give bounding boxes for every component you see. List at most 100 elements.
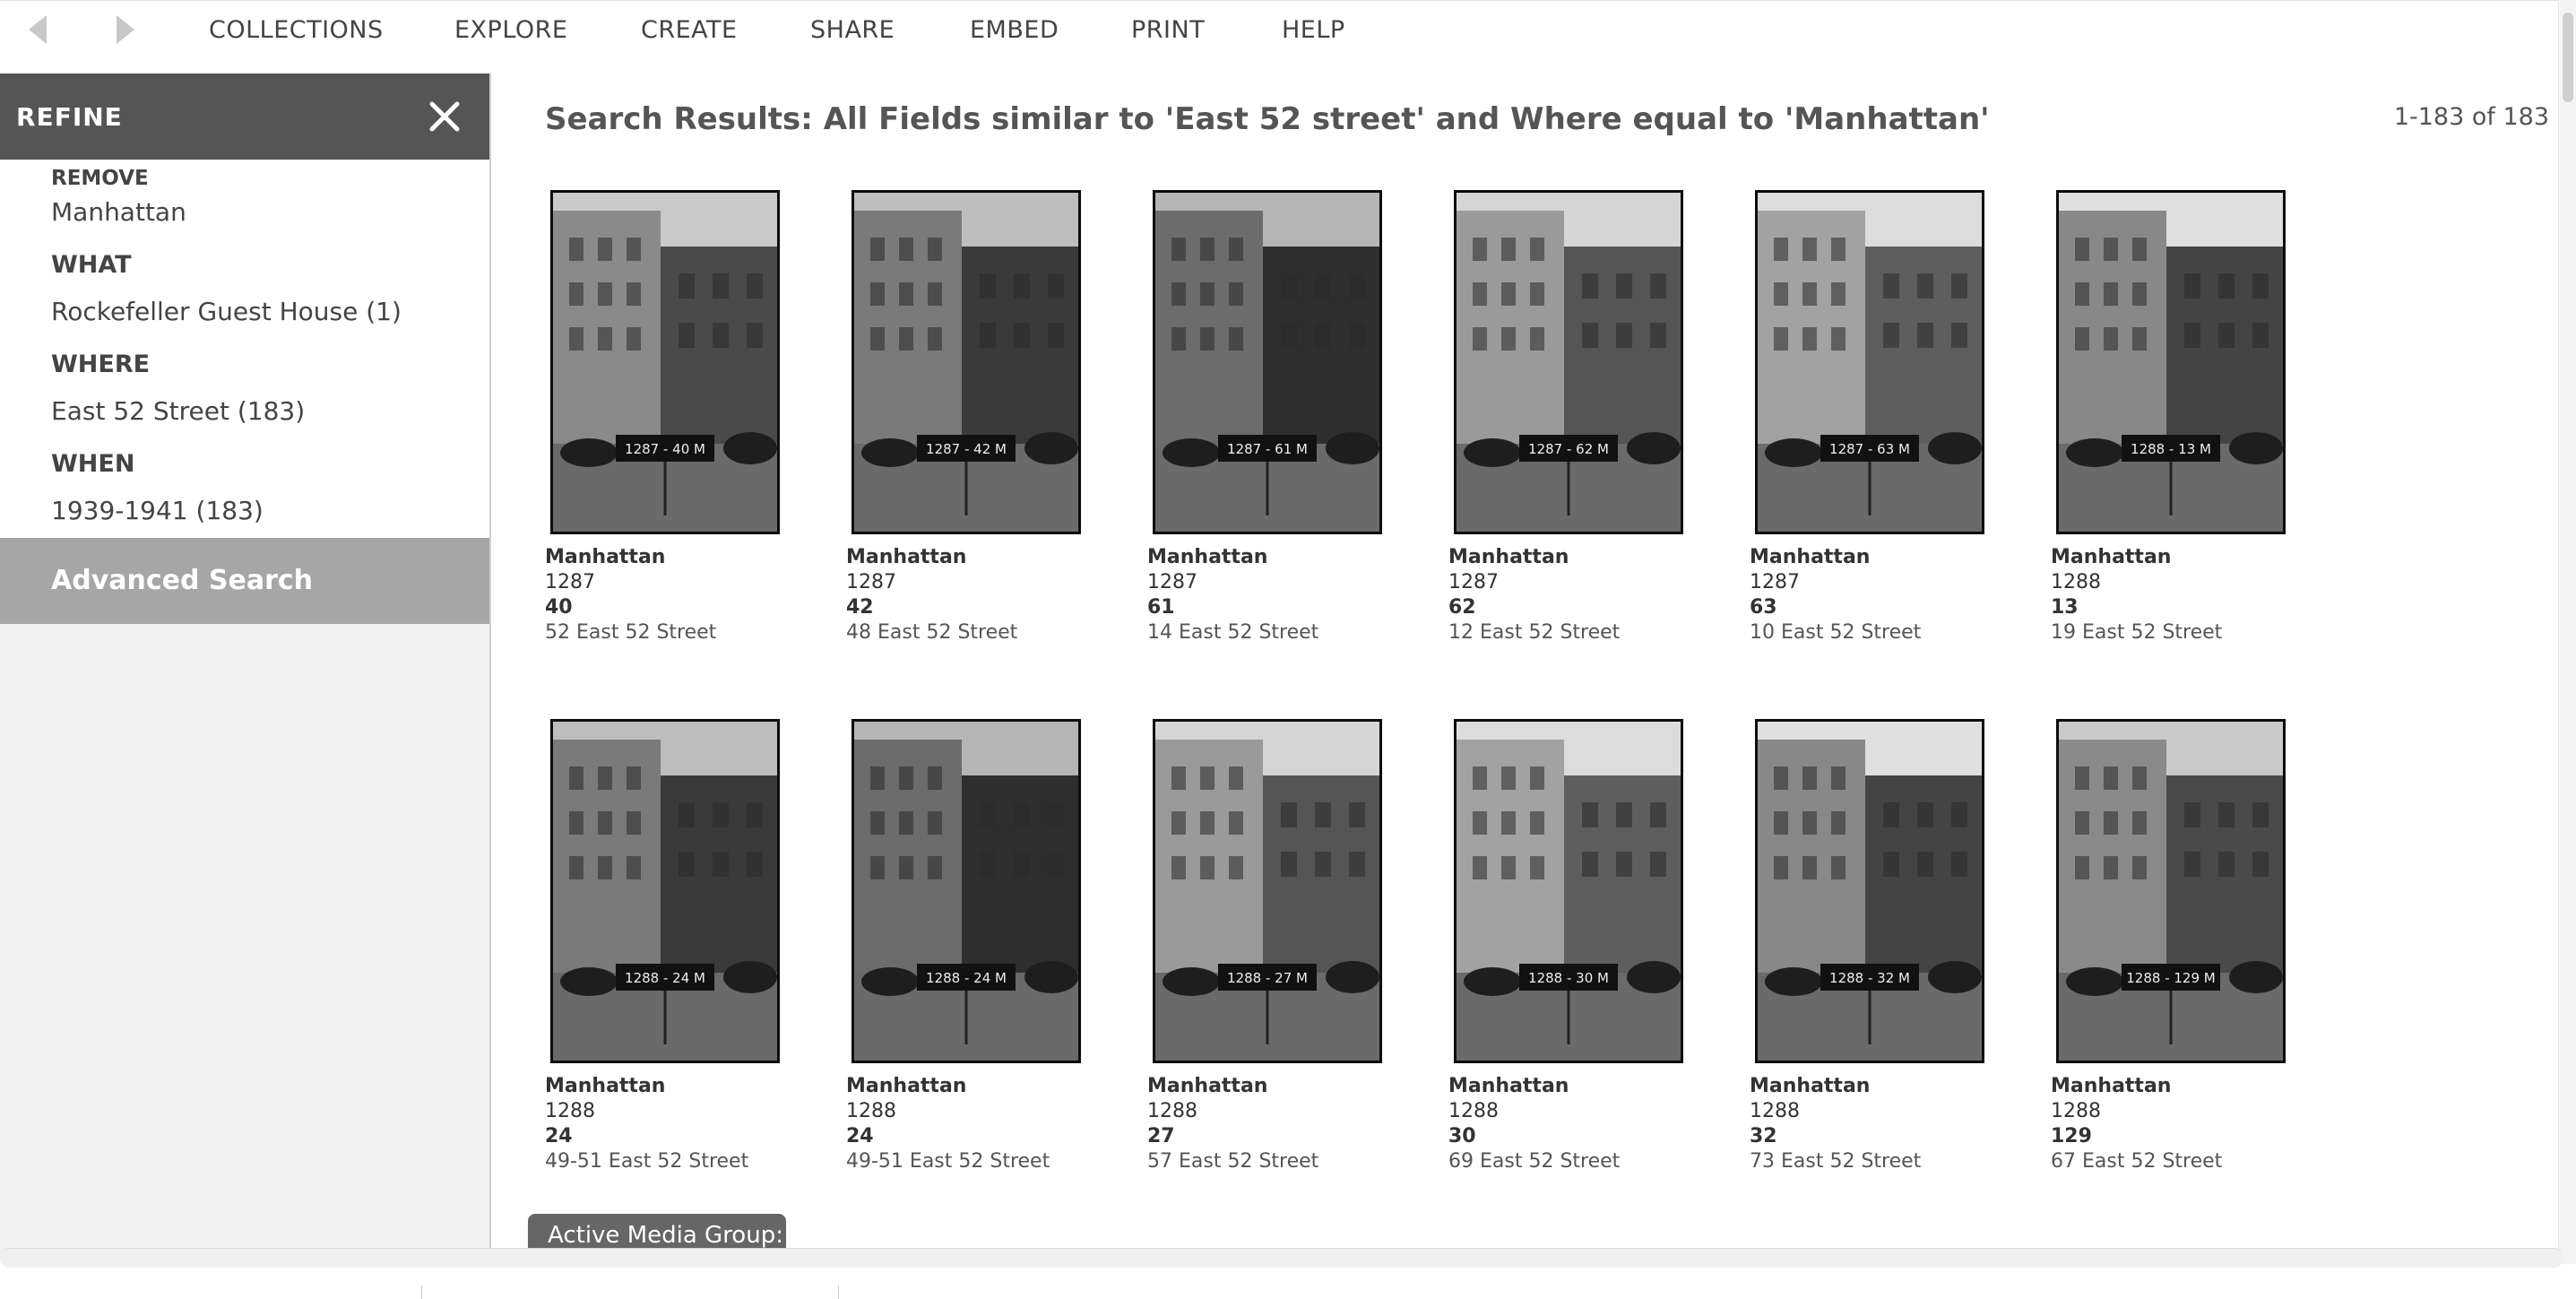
result-card[interactable]: 1287 - 42 M Manhattan 1287 42 48 East 52 Str… bbox=[846, 190, 1115, 656]
where-label: WHERE bbox=[51, 351, 151, 378]
nav-share[interactable]: SHARE bbox=[810, 16, 895, 44]
result-borough: Manhattan bbox=[1448, 1075, 1569, 1097]
result-thumbnail[interactable]: 1287 - 61 M bbox=[1153, 190, 1382, 534]
active-media-group-label: Active Media Group: bbox=[548, 1222, 783, 1249]
facet-when-value[interactable]: 1939-1941 (183) bbox=[51, 496, 264, 525]
result-lot: 24 bbox=[846, 1125, 874, 1147]
result-block: 1288 bbox=[1147, 1100, 1197, 1122]
result-address[interactable]: 67 East 52 Street bbox=[2051, 1149, 2320, 1174]
top-navigation: COLLECTIONS EXPLORE CREATE SHARE EMBED P… bbox=[0, 0, 2576, 59]
result-borough: Manhattan bbox=[2051, 546, 2172, 568]
result-borough: Manhattan bbox=[1750, 1075, 1871, 1097]
result-lot: 62 bbox=[1448, 596, 1476, 619]
result-lot: 61 bbox=[1147, 596, 1175, 619]
result-address[interactable]: 12 East 52 Street bbox=[1448, 620, 1717, 645]
result-thumbnail[interactable]: 1288 - 32 M bbox=[1755, 719, 1984, 1063]
results-title: Search Results: All Fields similar to 'E… bbox=[545, 101, 1990, 137]
scrollbar-thumb[interactable] bbox=[2563, 13, 2573, 102]
advanced-search-label: Advanced Search bbox=[51, 565, 314, 596]
nav-print[interactable]: PRINT bbox=[1131, 16, 1205, 44]
result-thumbnail[interactable]: 1288 - 129 M bbox=[2056, 719, 2286, 1063]
remove-filter-manhattan[interactable]: Manhattan bbox=[51, 197, 186, 227]
result-thumbnail[interactable]: 1288 - 30 M bbox=[1454, 719, 1683, 1063]
result-borough: Manhattan bbox=[1147, 1075, 1268, 1097]
result-thumbnail[interactable]: 1287 - 63 M bbox=[1755, 190, 1984, 534]
result-address[interactable]: 19 East 52 Street bbox=[2051, 620, 2320, 645]
result-card[interactable]: 1288 - 129 M Manhattan 1288 129 67 East 52 S… bbox=[2051, 719, 2320, 1185]
advanced-search-button[interactable]: Advanced Search bbox=[0, 538, 489, 624]
result-thumbnail[interactable]: 1287 - 42 M bbox=[851, 190, 1081, 534]
horizontal-scrollbar[interactable] bbox=[0, 1248, 2563, 1268]
bottom-strip bbox=[0, 1268, 2576, 1299]
result-block: 1287 bbox=[1147, 571, 1197, 593]
lot-sign-text: 1288 - 13 M bbox=[2131, 441, 2211, 457]
result-address[interactable]: 69 East 52 Street bbox=[1448, 1149, 1717, 1174]
result-thumbnail[interactable]: 1288 - 27 M bbox=[1153, 719, 1382, 1063]
result-card[interactable]: 1288 - 13 M Manhattan 1288 13 19 East 52 Str… bbox=[2051, 190, 2320, 656]
result-metadata: Manhattan 1287 40 52 East 52 Street bbox=[545, 545, 814, 645]
result-card[interactable]: 1288 - 24 M Manhattan 1288 24 49-51 East 52 … bbox=[846, 719, 1115, 1185]
result-address[interactable]: 14 East 52 Street bbox=[1147, 620, 1416, 645]
nav-create[interactable]: CREATE bbox=[641, 16, 738, 44]
result-metadata: Manhattan 1288 32 73 East 52 Street bbox=[1750, 1074, 2018, 1174]
result-block: 1288 bbox=[2051, 1100, 2101, 1122]
when-label: WHEN bbox=[51, 450, 135, 478]
lot-sign-text: 1287 - 42 M bbox=[926, 441, 1007, 457]
lot-sign-text: 1287 - 62 M bbox=[1528, 441, 1609, 457]
result-metadata: Manhattan 1288 129 67 East 52 Street bbox=[2051, 1074, 2320, 1174]
back-arrow-icon[interactable] bbox=[29, 15, 47, 44]
result-address[interactable]: 49-51 East 52 Street bbox=[545, 1149, 814, 1174]
result-address[interactable]: 52 East 52 Street bbox=[545, 620, 814, 645]
nav-help[interactable]: HELP bbox=[1282, 16, 1345, 44]
result-block: 1288 bbox=[1750, 1100, 1800, 1122]
divider bbox=[838, 1286, 839, 1299]
result-card[interactable]: 1287 - 61 M Manhattan 1287 61 14 East 52 Str… bbox=[1147, 190, 1416, 656]
vertical-scrollbar[interactable] bbox=[2558, 0, 2576, 1264]
remove-label: REMOVE bbox=[51, 167, 149, 190]
results-count: 1-183 of 183 bbox=[2393, 103, 2549, 131]
result-address[interactable]: 57 East 52 Street bbox=[1147, 1149, 1416, 1174]
result-lot: 63 bbox=[1750, 596, 1777, 619]
result-thumbnail[interactable]: 1287 - 62 M bbox=[1454, 190, 1683, 534]
result-address[interactable]: 10 East 52 Street bbox=[1750, 620, 2018, 645]
forward-arrow-icon[interactable] bbox=[117, 15, 134, 44]
lot-sign-text: 1288 - 27 M bbox=[1227, 970, 1308, 986]
result-borough: Manhattan bbox=[545, 546, 666, 568]
result-address[interactable]: 49-51 East 52 Street bbox=[846, 1149, 1115, 1174]
result-thumbnail[interactable]: 1287 - 40 M bbox=[550, 190, 780, 534]
result-lot: 40 bbox=[545, 596, 573, 619]
result-lot: 24 bbox=[545, 1125, 573, 1147]
result-card[interactable]: 1288 - 27 M Manhattan 1288 27 57 East 52 Str… bbox=[1147, 719, 1416, 1185]
lot-sign-text: 1287 - 40 M bbox=[625, 441, 705, 457]
nav-embed[interactable]: EMBED bbox=[970, 16, 1059, 44]
result-thumbnail[interactable]: 1288 - 24 M bbox=[851, 719, 1081, 1063]
result-address[interactable]: 48 East 52 Street bbox=[846, 620, 1115, 645]
lot-sign-text: 1288 - 32 M bbox=[1829, 970, 1910, 986]
divider bbox=[421, 1286, 422, 1299]
result-block: 1287 bbox=[1750, 571, 1800, 593]
nav-explore[interactable]: EXPLORE bbox=[454, 16, 568, 44]
nav-collections[interactable]: COLLECTIONS bbox=[209, 16, 384, 44]
close-icon[interactable] bbox=[427, 99, 462, 134]
result-card[interactable]: 1287 - 40 M Manhattan 1287 40 52 East 52 Str… bbox=[545, 190, 814, 656]
result-borough: Manhattan bbox=[846, 1075, 967, 1097]
result-borough: Manhattan bbox=[1448, 546, 1569, 568]
result-thumbnail[interactable]: 1288 - 24 M bbox=[550, 719, 780, 1063]
refine-sidebar: REFINE REMOVE Manhattan WHAT Rockefeller… bbox=[0, 74, 491, 1257]
lot-sign-text: 1288 - 24 M bbox=[926, 970, 1007, 986]
result-metadata: Manhattan 1288 24 49-51 East 52 Street bbox=[846, 1074, 1115, 1174]
facet-where-value[interactable]: East 52 Street (183) bbox=[51, 396, 305, 426]
lot-sign-text: 1287 - 61 M bbox=[1227, 441, 1308, 457]
result-card[interactable]: 1288 - 32 M Manhattan 1288 32 73 East 52 Str… bbox=[1750, 719, 2018, 1185]
result-address[interactable]: 73 East 52 Street bbox=[1750, 1149, 2018, 1174]
result-block: 1288 bbox=[1448, 1100, 1499, 1122]
result-block: 1287 bbox=[846, 571, 896, 593]
result-card[interactable]: 1288 - 30 M Manhattan 1288 30 69 East 52 Str… bbox=[1448, 719, 1717, 1185]
facet-what-value[interactable]: Rockefeller Guest House (1) bbox=[51, 297, 402, 326]
result-metadata: Manhattan 1287 42 48 East 52 Street bbox=[846, 545, 1115, 645]
result-card[interactable]: 1287 - 62 M Manhattan 1287 62 12 East 52 Str… bbox=[1448, 190, 1717, 656]
result-block: 1287 bbox=[1448, 571, 1499, 593]
result-card[interactable]: 1287 - 63 M Manhattan 1287 63 10 East 52 Str… bbox=[1750, 190, 2018, 656]
result-thumbnail[interactable]: 1288 - 13 M bbox=[2056, 190, 2286, 534]
result-card[interactable]: 1288 - 24 M Manhattan 1288 24 49-51 East 52 … bbox=[545, 719, 814, 1185]
